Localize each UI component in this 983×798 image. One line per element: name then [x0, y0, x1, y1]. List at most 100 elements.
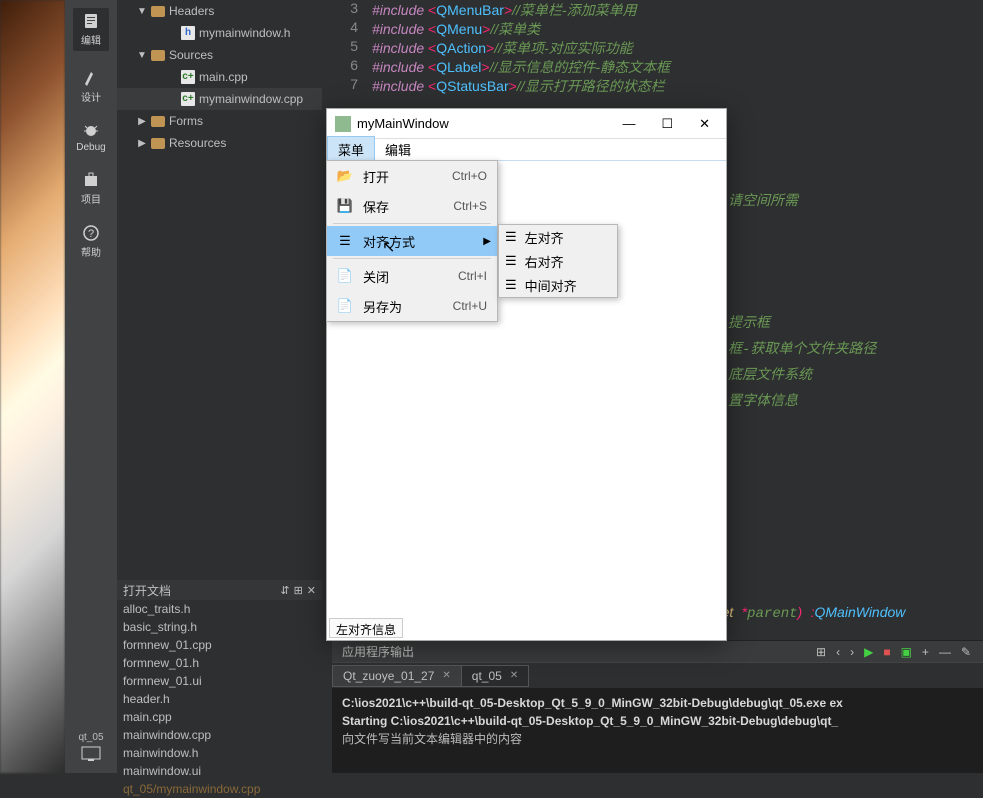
menu-item-label: 中间对齐 — [525, 276, 577, 295]
menu-item-shortcut: Ctrl+S — [453, 199, 487, 213]
activity-design[interactable]: 设计 — [81, 69, 101, 104]
window-titlebar[interactable]: myMainWindow — ☐ ✕ — [327, 109, 726, 139]
tree-item-label: main.cpp — [199, 70, 248, 84]
application-output-console[interactable]: C:\ios2021\c++\build-qt_05-Desktop_Qt_5_… — [332, 688, 983, 773]
open-document-item[interactable]: mainwindow.h — [117, 744, 322, 762]
activity-edit[interactable]: 编辑 — [73, 8, 109, 51]
menu-item-label: 左对齐 — [525, 228, 564, 247]
output-tool-run-icon[interactable]: ▶ — [864, 645, 873, 659]
menu-item-icon: ☰ — [337, 233, 353, 249]
menu-item-label: 打开 — [363, 167, 442, 186]
output-tab[interactable]: Qt_zuoye_01_27 ✕ — [332, 665, 462, 687]
open-document-item[interactable]: alloc_traits.h — [117, 600, 322, 618]
output-tabbar: Qt_zuoye_01_27 ✕ qt_05 ✕ — [332, 662, 983, 688]
menubar-item-menu[interactable]: 菜单 — [327, 136, 375, 163]
line-number: 6 — [322, 57, 372, 76]
window-statusbar: 左对齐信息 — [329, 618, 403, 638]
window-minimize-button[interactable]: — — [622, 116, 635, 132]
open-documents-panel: 打开文档 ⇵ ⊞ ✕ alloc_traits.hbasic_string.hf… — [117, 580, 322, 773]
menu-item[interactable]: 💾保存Ctrl+S — [327, 191, 497, 221]
activity-label: 项目 — [81, 191, 101, 206]
tree-item-label: Forms — [169, 114, 203, 128]
project-tree-item[interactable]: c+mymainwindow.cpp — [117, 88, 322, 110]
menu-item-label: 关闭 — [363, 267, 448, 286]
code-line: #include <QStatusBar>//显示打开路径的状态栏 — [372, 76, 665, 95]
output-tool-maximize-icon[interactable]: ⊞ — [816, 645, 826, 659]
open-documents-header: 打开文档 ⇵ ⊞ ✕ — [117, 580, 322, 600]
activity-bar: 编辑 设计 Debug 项目 ? 帮助 qt_05 — [65, 0, 117, 773]
open-document-item[interactable]: formnew_01.h — [117, 654, 322, 672]
open-document-item[interactable]: qt_05/mymainwindow.cpp — [117, 780, 322, 798]
menu-item[interactable]: 📂打开Ctrl+O — [327, 161, 497, 191]
open-docs-close-icon[interactable]: ✕ — [307, 584, 316, 597]
code-line: #include <QAction>//菜单项-对应实际功能 — [372, 38, 633, 57]
activity-project[interactable]: 项目 — [81, 171, 101, 206]
project-tree-item[interactable]: hmymainwindow.h — [117, 22, 322, 44]
window-app-icon — [335, 116, 351, 132]
activity-debug[interactable]: Debug — [76, 122, 105, 153]
code-line: #include <QMenuBar>//菜单栏-添加菜单用 — [372, 0, 637, 19]
open-document-item[interactable]: formnew_01.ui — [117, 672, 322, 690]
menu-item-label: 另存为 — [363, 297, 443, 316]
kit-label: qt_05 — [78, 732, 103, 743]
tab-close-icon[interactable]: ✕ — [442, 670, 450, 681]
code-line: dget *parent) :QMainWindow — [706, 604, 905, 622]
window-close-button[interactable]: ✕ — [699, 116, 710, 132]
tab-close-icon[interactable]: ✕ — [510, 670, 518, 681]
submenu-item[interactable]: ☰左对齐 — [499, 225, 617, 249]
line-number: 4 — [322, 19, 372, 38]
activity-label: 设计 — [81, 89, 101, 104]
open-document-item[interactable]: main.cpp — [117, 708, 322, 726]
tab-label: Qt_zuoye_01_27 — [343, 669, 434, 683]
line-number: 3 — [322, 0, 372, 19]
open-document-item[interactable]: basic_string.h — [117, 618, 322, 636]
activity-label: 编辑 — [81, 32, 101, 47]
output-tab[interactable]: qt_05 ✕ — [461, 665, 529, 687]
output-tool-edit-icon[interactable]: ✎ — [961, 645, 971, 659]
open-docs-sort-icon[interactable]: ⇵ — [280, 584, 289, 597]
activity-label: Debug — [76, 142, 105, 153]
output-tool-prev-icon[interactable]: ‹ — [836, 645, 840, 659]
project-tree-item[interactable]: ▼Sources — [117, 44, 322, 66]
submenu-arrow-icon: ▶ — [483, 236, 491, 247]
submenu-item[interactable]: ☰右对齐 — [499, 249, 617, 273]
menu-item-shortcut: Ctrl+O — [452, 169, 487, 183]
output-tool-next-icon[interactable]: › — [850, 645, 854, 659]
open-document-item[interactable]: header.h — [117, 690, 322, 708]
output-tool-stop-icon[interactable]: ■ — [883, 645, 890, 659]
open-document-item[interactable]: mainwindow.cpp — [117, 726, 322, 744]
open-document-item[interactable]: mainwindow.ui — [117, 762, 322, 780]
open-document-item[interactable]: formnew_01.cpp — [117, 636, 322, 654]
project-tree-item[interactable]: ▶Resources — [117, 132, 322, 154]
menu-item[interactable]: 📄 关闭 Ctrl+I — [327, 261, 497, 291]
project-tree[interactable]: ▼Headershmymainwindow.h▼Sourcesc+main.cp… — [117, 0, 322, 580]
menu-item-shortcut: Ctrl+I — [458, 269, 487, 283]
tab-label: qt_05 — [472, 669, 502, 683]
line-number: 7 — [322, 76, 372, 95]
menu-item-icon: ☰ — [505, 277, 517, 293]
console-line: 向文件写当前文本编辑器中的内容 — [342, 730, 973, 748]
menu-item-label: 右对齐 — [525, 252, 564, 271]
window-maximize-button[interactable]: ☐ — [661, 116, 673, 132]
activity-label: 帮助 — [81, 244, 101, 259]
project-tree-item[interactable]: ▼Headers — [117, 0, 322, 22]
submenu-item[interactable]: ☰ 中间对齐 — [499, 273, 617, 297]
code-comment: 底层文件系统 — [728, 364, 812, 384]
menu-item-icon: 📄 — [337, 268, 353, 284]
project-tree-item[interactable]: ▶Forms — [117, 110, 322, 132]
console-line: C:\ios2021\c++\build-qt_05-Desktop_Qt_5_… — [342, 694, 973, 712]
output-tool-remove-icon[interactable]: — — [939, 645, 951, 659]
activity-help[interactable]: ? 帮助 — [81, 224, 101, 259]
open-docs-split-icon[interactable]: ⊞ — [294, 584, 303, 597]
menu-item-icon: 💾 — [337, 198, 353, 214]
tree-item-label: Headers — [169, 4, 214, 18]
output-tool-run2-icon[interactable]: ▣ — [901, 645, 912, 659]
kit-selector[interactable]: qt_05 — [78, 732, 103, 763]
align-submenu: ☰左对齐☰右对齐 ☰ 中间对齐 — [498, 224, 618, 298]
menu-item[interactable]: 📄另存为Ctrl+U — [327, 291, 497, 321]
project-tree-item[interactable]: c+main.cpp — [117, 66, 322, 88]
menu-item[interactable]: ☰对齐方式▶ — [327, 226, 497, 256]
menubar-item-edit[interactable]: 编辑 — [375, 137, 421, 162]
output-tool-add-icon[interactable]: + — [922, 645, 929, 659]
code-line: #include <QMenu>//菜单类 — [372, 19, 540, 38]
